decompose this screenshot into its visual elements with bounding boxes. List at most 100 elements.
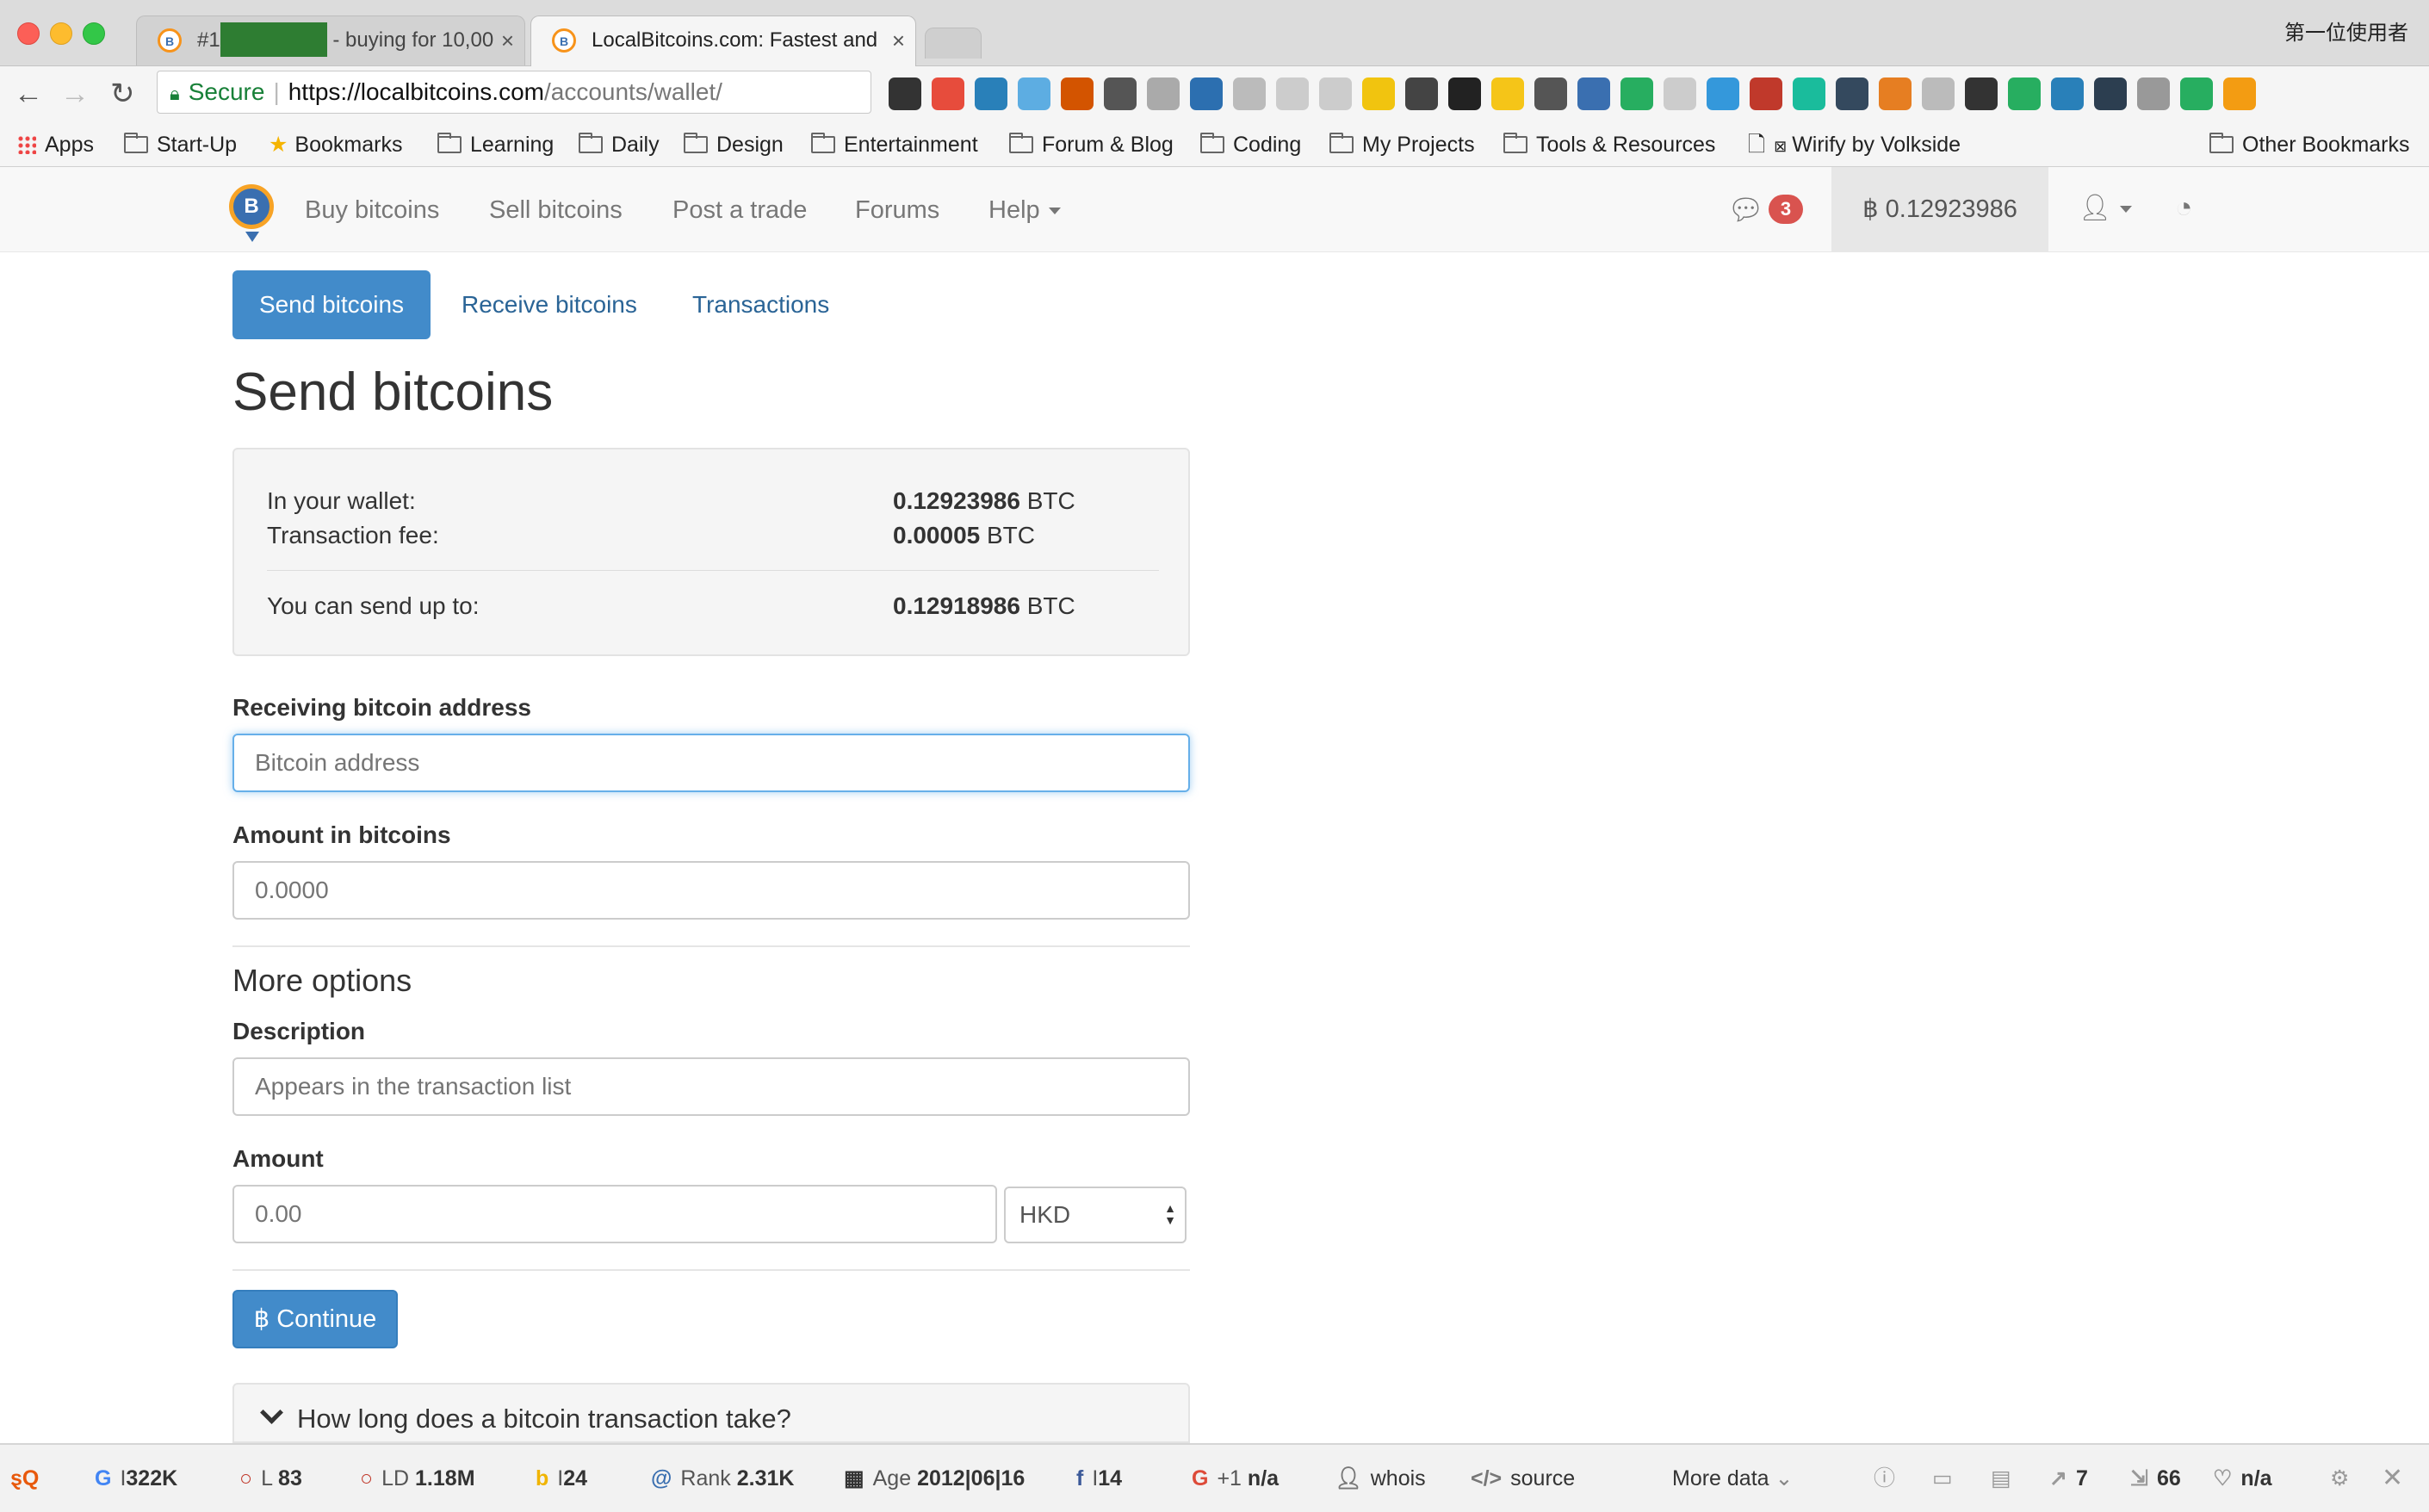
--icon[interactable]	[2223, 77, 2256, 110]
mask-icon[interactable]	[1965, 77, 1998, 110]
continue-button[interactable]: ฿ Continue	[232, 1290, 398, 1348]
hexagon-icon[interactable]	[1448, 77, 1481, 110]
circle-icon[interactable]	[1664, 77, 1696, 110]
faq-transaction-time[interactable]: How long does a bitcoin transaction take…	[232, 1383, 1190, 1443]
eye-icon[interactable]	[1707, 77, 1739, 110]
bookmark-folder-forum-blog[interactable]: Forum & Blog	[1009, 130, 1174, 159]
forward-arrow-icon[interactable]: →	[60, 78, 90, 109]
chat2-icon[interactable]	[2051, 77, 2084, 110]
new-tab-button[interactable]	[925, 28, 982, 59]
tab-receive-bitcoins[interactable]: Receive bitcoins	[462, 270, 637, 339]
user-menu[interactable]: 👤︎	[2079, 193, 2133, 223]
gif-icon[interactable]	[1276, 77, 1309, 110]
seo-icon[interactable]	[1879, 77, 1912, 110]
film-icon[interactable]	[1405, 77, 1438, 110]
tab-send-bitcoins[interactable]: Send bitcoins	[232, 270, 431, 339]
nav-buy-bitcoins[interactable]: Buy bitcoins	[305, 195, 439, 226]
seoquake-logo-icon[interactable]: ȿQ	[10, 1464, 39, 1493]
heart-icon: ♡	[2213, 1466, 2233, 1490]
browser-tab-trade[interactable]: #1 - buying for 10,00 ×	[136, 15, 525, 65]
seo-source[interactable]: </> source	[1471, 1464, 1575, 1493]
dashboard-icon[interactable]: ◔	[2175, 191, 2193, 225]
bookmark-folder-my-projects[interactable]: My Projects	[1329, 130, 1475, 159]
nav-help[interactable]: Help	[988, 195, 1061, 226]
frog-icon[interactable]	[2008, 77, 2041, 110]
minimize-window-button[interactable]	[50, 22, 72, 45]
ftl-icon[interactable]	[1018, 77, 1050, 110]
tab-close-icon[interactable]: ×	[501, 16, 514, 65]
seo-google-index[interactable]: G I322K	[95, 1464, 177, 1493]
bookmark-folder-daily[interactable]: Daily	[579, 130, 660, 159]
cloud-icon[interactable]	[1233, 77, 1266, 110]
back-arrow-icon[interactable]: ←	[14, 78, 43, 109]
seo-rank[interactable]: @ Rank 2.31K	[651, 1464, 794, 1493]
amount-btc-input[interactable]	[232, 861, 1190, 920]
report-icon[interactable]: ▤	[1991, 1464, 2011, 1493]
currency-select[interactable]: HKD ▲ ▼	[1004, 1187, 1187, 1243]
d-icon[interactable]	[1620, 77, 1653, 110]
bookmark-bookmarks[interactable]: ★ Bookmarks	[269, 130, 402, 159]
chat-icon[interactable]	[1491, 77, 1524, 110]
seo-age[interactable]: ▦ Age 2012|06|16	[844, 1464, 1025, 1493]
seo-more-data[interactable]: More data ⌄	[1672, 1464, 1793, 1493]
reader-icon[interactable]	[1750, 77, 1782, 110]
nav-forums[interactable]: Forums	[855, 195, 939, 226]
check-icon[interactable]	[2180, 77, 2213, 110]
bookmark-folder-design[interactable]: Design	[684, 130, 784, 159]
seo-external-links[interactable]: ↗ 7	[2049, 1464, 2088, 1493]
ext-icon[interactable]	[2137, 77, 2170, 110]
seo-linking-domains[interactable]: ○ LD 1.18M	[360, 1464, 475, 1493]
seo-internal-links[interactable]: ⇲ 66	[2130, 1464, 2181, 1493]
bookmark-folder-learning[interactable]: Learning	[437, 130, 554, 159]
puzzle-icon[interactable]	[1147, 77, 1180, 110]
bookmark-folder-coding[interactable]: Coding	[1200, 130, 1301, 159]
seo-bing-index[interactable]: b I24	[536, 1464, 587, 1493]
address-bar[interactable]: 🔒︎ Secure | https://localbitcoins.com/accou…	[157, 71, 871, 114]
seo-links[interactable]: ○ L 83	[239, 1464, 302, 1493]
pen-icon[interactable]	[2094, 77, 2127, 110]
bookmark-folder-other[interactable]: Other Bookmarks	[2209, 130, 2410, 159]
501-icon[interactable]	[1577, 77, 1610, 110]
seo-health[interactable]: ♡ n/a	[2213, 1464, 2272, 1493]
tab-close-icon[interactable]: ×	[892, 16, 905, 65]
vimeo-icon[interactable]	[975, 77, 1007, 110]
reload-icon[interactable]: ↻	[110, 78, 135, 109]
info-icon[interactable]: ⓘ	[1874, 1464, 1895, 1493]
g-icon[interactable]	[1793, 77, 1825, 110]
bitcoin-address-input[interactable]	[232, 734, 1190, 792]
localbitcoins-logo-icon[interactable]: B	[229, 184, 274, 242]
nav-post-trade[interactable]: Post a trade	[672, 195, 807, 226]
profile-name[interactable]: 第一位使用者	[2284, 15, 2408, 46]
smiley-icon[interactable]	[1362, 77, 1395, 110]
bulb-icon[interactable]	[1534, 77, 1567, 110]
bookmark-folder-entertainment[interactable]: Entertainment	[811, 130, 978, 159]
star-icon[interactable]	[1104, 77, 1137, 110]
layers-icon[interactable]	[889, 77, 921, 110]
description-input[interactable]	[232, 1057, 1190, 1116]
copy-icon[interactable]	[1319, 77, 1352, 110]
browser-tab-localbitcoins[interactable]: LocalBitcoins.com: Fastest and ×	[530, 15, 916, 66]
seo-facebook[interactable]: f I14	[1076, 1464, 1122, 1493]
amount-fiat-input[interactable]	[232, 1185, 997, 1243]
tab-transactions[interactable]: Transactions	[692, 270, 829, 339]
message-count-badge[interactable]: 3	[1769, 195, 1803, 224]
seo-google-plus[interactable]: G +1 n/a	[1192, 1464, 1279, 1493]
note-icon[interactable]	[1061, 77, 1094, 110]
pocket-icon[interactable]	[932, 77, 964, 110]
seo-whois[interactable]: 👤︎ whois	[1335, 1464, 1426, 1493]
nav-sell-bitcoins[interactable]: Sell bitcoins	[489, 195, 623, 226]
bookmark-wirify[interactable]: 🗋︎ ⊠ Wirify by Volkside	[1748, 130, 1961, 161]
bookmark-folder-startup[interactable]: Start-Up	[124, 130, 237, 159]
k-icon[interactable]	[1836, 77, 1868, 110]
close-icon[interactable]: ✕	[2382, 1464, 2403, 1493]
close-window-button[interactable]	[17, 22, 40, 45]
wallet-balance[interactable]: ฿ 0.12923986	[1831, 167, 2048, 251]
bookmark-apps[interactable]: Apps	[17, 130, 94, 159]
messages-icon[interactable]: 💬︎	[1727, 193, 1764, 227]
gear-icon[interactable]: ⚙	[2330, 1464, 2349, 1493]
bookmark-folder-tools[interactable]: Tools & Resources	[1503, 130, 1715, 159]
tool-icon[interactable]	[1922, 77, 1955, 110]
monitor-icon[interactable]: ▭	[1932, 1464, 1953, 1493]
compass-icon[interactable]	[1190, 77, 1223, 110]
maximize-window-button[interactable]	[83, 22, 105, 45]
